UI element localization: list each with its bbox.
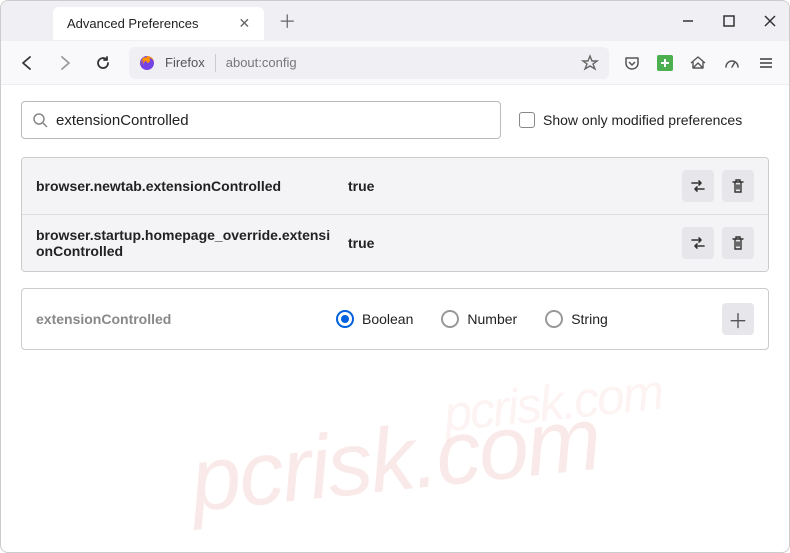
close-tab-icon[interactable]: ✕ — [239, 15, 251, 32]
pref-value: true — [348, 235, 670, 251]
toggle-button[interactable] — [682, 170, 714, 202]
show-modified-checkbox[interactable] — [519, 112, 535, 128]
menu-icon[interactable] — [757, 54, 775, 72]
pref-row: browser.newtab.extensionControlled true — [22, 158, 768, 214]
pref-value: true — [348, 178, 670, 194]
radio-icon — [336, 310, 354, 328]
url-bar[interactable]: Firefox about:config — [129, 47, 609, 79]
add-preference-button[interactable]: ＋ — [722, 303, 754, 335]
show-modified-checkbox-row[interactable]: Show only modified preferences — [519, 112, 742, 128]
window-controls — [681, 14, 777, 28]
radio-number[interactable]: Number — [441, 310, 517, 328]
new-pref-name: extensionControlled — [36, 311, 316, 327]
toggle-button[interactable] — [682, 227, 714, 259]
new-preference-row: extensionControlled Boolean Number Strin… — [21, 288, 769, 350]
search-icon — [32, 112, 48, 128]
maximize-button[interactable] — [723, 15, 735, 27]
radio-icon — [441, 310, 459, 328]
pref-row: browser.startup.homepage_override.extens… — [22, 214, 768, 271]
close-window-button[interactable] — [763, 14, 777, 28]
radio-boolean[interactable]: Boolean — [336, 310, 413, 328]
dashboard-icon[interactable] — [723, 54, 741, 72]
reload-button[interactable] — [91, 51, 115, 75]
search-row: Show only modified preferences — [21, 101, 769, 139]
search-input[interactable] — [56, 112, 490, 129]
firefox-icon — [139, 55, 155, 71]
radio-label: Number — [467, 311, 517, 327]
search-box[interactable] — [21, 101, 501, 139]
browser-tab[interactable]: Advanced Preferences ✕ — [53, 7, 264, 40]
new-tab-button[interactable]: ＋ — [278, 8, 296, 34]
window-titlebar: Advanced Preferences ✕ ＋ — [1, 1, 789, 41]
watermark: pcrisk.com — [441, 363, 665, 444]
radio-string[interactable]: String — [545, 310, 608, 328]
pref-name: browser.startup.homepage_override.extens… — [36, 227, 336, 259]
show-modified-label: Show only modified preferences — [543, 112, 742, 128]
radio-label: String — [571, 311, 608, 327]
radio-label: Boolean — [362, 311, 413, 327]
delete-button[interactable] — [722, 170, 754, 202]
url-separator — [215, 54, 216, 72]
bookmark-star-icon[interactable] — [581, 54, 599, 72]
extension-icon[interactable] — [657, 55, 673, 71]
pref-name: browser.newtab.extensionControlled — [36, 178, 336, 194]
browser-toolbar: Firefox about:config — [1, 41, 789, 85]
minimize-button[interactable] — [681, 14, 695, 28]
page-content: Show only modified preferences browser.n… — [1, 85, 789, 552]
url-text: about:config — [226, 55, 571, 70]
watermark: pcrisk.com — [186, 388, 605, 533]
pocket-icon[interactable] — [623, 54, 641, 72]
tab-title: Advanced Preferences — [67, 16, 199, 31]
type-options: Boolean Number String — [336, 310, 702, 328]
preferences-table: browser.newtab.extensionControlled true … — [21, 157, 769, 272]
toolbar-icons — [623, 54, 775, 72]
mail-icon[interactable] — [689, 54, 707, 72]
back-button[interactable] — [15, 51, 39, 75]
forward-button[interactable] — [53, 51, 77, 75]
pref-actions — [682, 170, 754, 202]
pref-actions — [682, 227, 754, 259]
url-label: Firefox — [165, 55, 205, 70]
delete-button[interactable] — [722, 227, 754, 259]
radio-icon — [545, 310, 563, 328]
